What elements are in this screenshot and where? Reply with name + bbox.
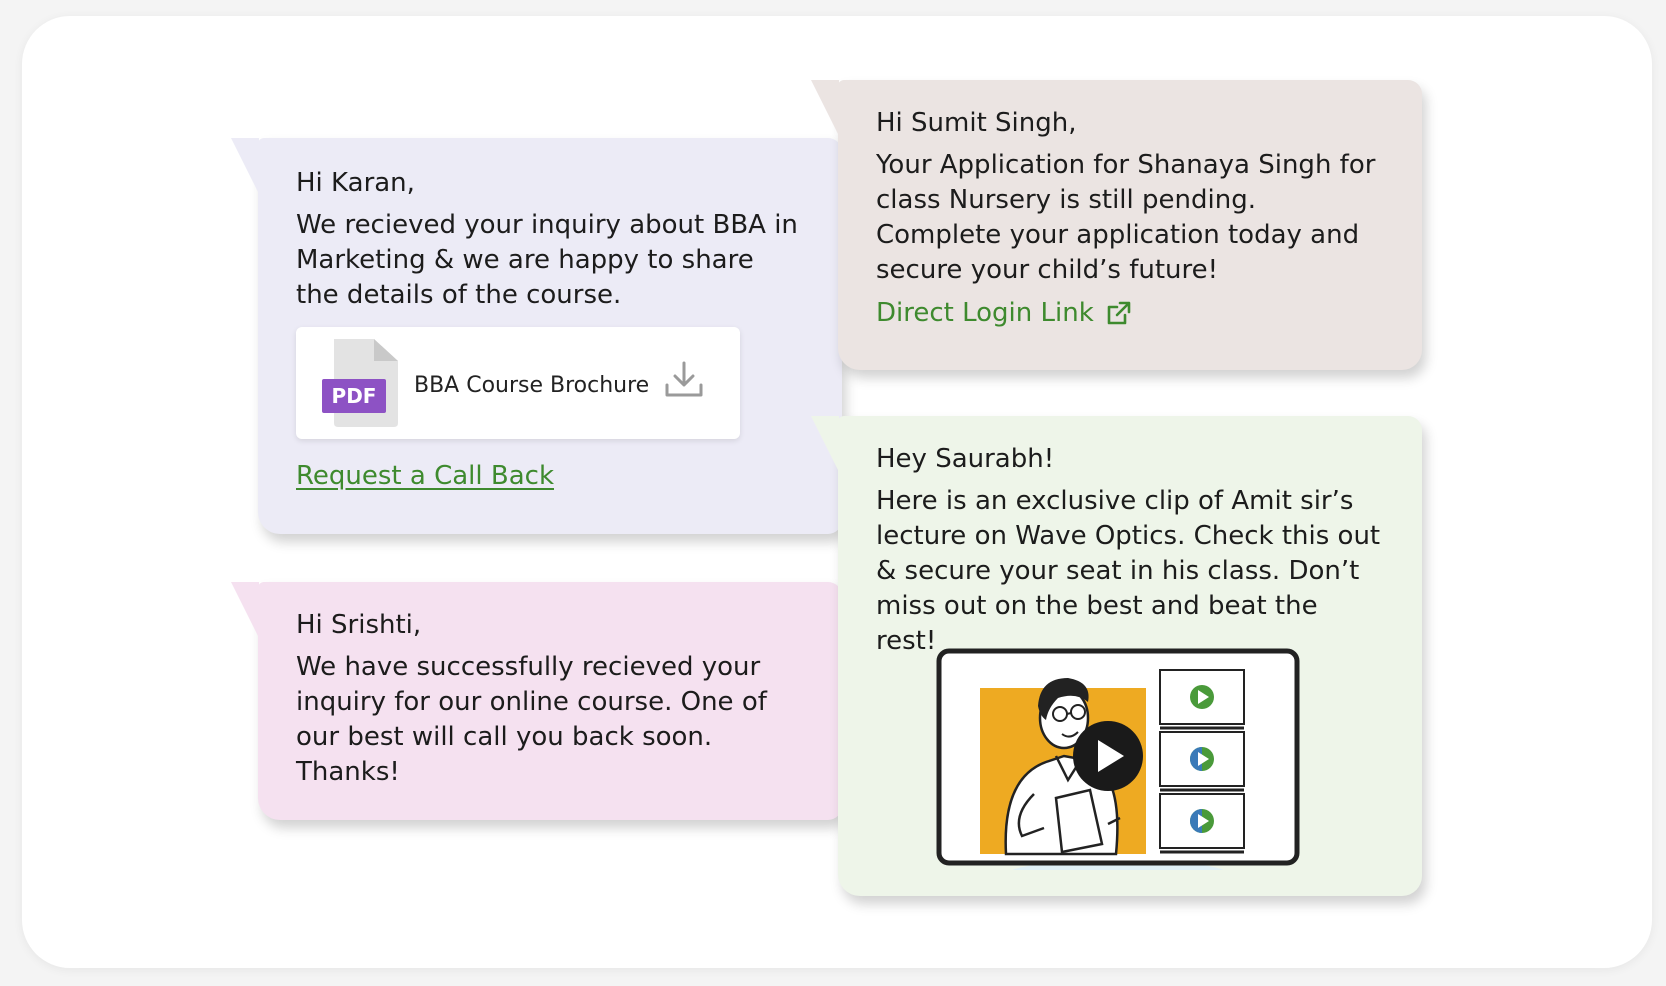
- pdf-badge: PDF: [332, 384, 377, 408]
- video-message-bubble: Hey Saurabh! Here is an exclusive clip o…: [811, 416, 1422, 896]
- external-link-icon: [1107, 301, 1131, 325]
- direct-login-label: Direct Login Link: [876, 298, 1094, 328]
- message-greeting: Hi Srishti,: [296, 610, 422, 640]
- pdf-attachment[interactable]: PDF BBA Course Brochure: [296, 327, 740, 439]
- inquiry-message-bubble: Hi Karan, We recieved your inquiry about…: [231, 138, 842, 534]
- message-body: We recieved your inquiry about BBA in Ma…: [296, 210, 798, 310]
- attachment-name: BBA Course Brochure: [414, 373, 650, 398]
- video-lecture-thumbnail[interactable]: [936, 648, 1300, 870]
- callback-message-bubble: Hi Srishti, We have successfully recieve…: [231, 582, 842, 820]
- message-body: Your Application for Shanaya Singh for c…: [876, 150, 1376, 285]
- application-message-bubble: Hi Sumit Singh, Your Application for Sha…: [811, 80, 1422, 370]
- message-body: We have successfully recieved your inqui…: [296, 652, 767, 787]
- request-call-back-link[interactable]: Request a Call Back: [296, 461, 554, 491]
- message-body: Here is an exclusive clip of Amit sir’s …: [876, 486, 1381, 656]
- direct-login-link[interactable]: Direct Login Link: [876, 298, 1132, 328]
- message-greeting: Hi Karan,: [296, 168, 415, 198]
- playlist[interactable]: [1159, 669, 1245, 854]
- download-icon[interactable]: [664, 361, 704, 399]
- message-greeting: Hey Saurabh!: [876, 444, 1055, 474]
- pdf-file-icon: PDF: [322, 339, 398, 427]
- message-greeting: Hi Sumit Singh,: [876, 108, 1077, 138]
